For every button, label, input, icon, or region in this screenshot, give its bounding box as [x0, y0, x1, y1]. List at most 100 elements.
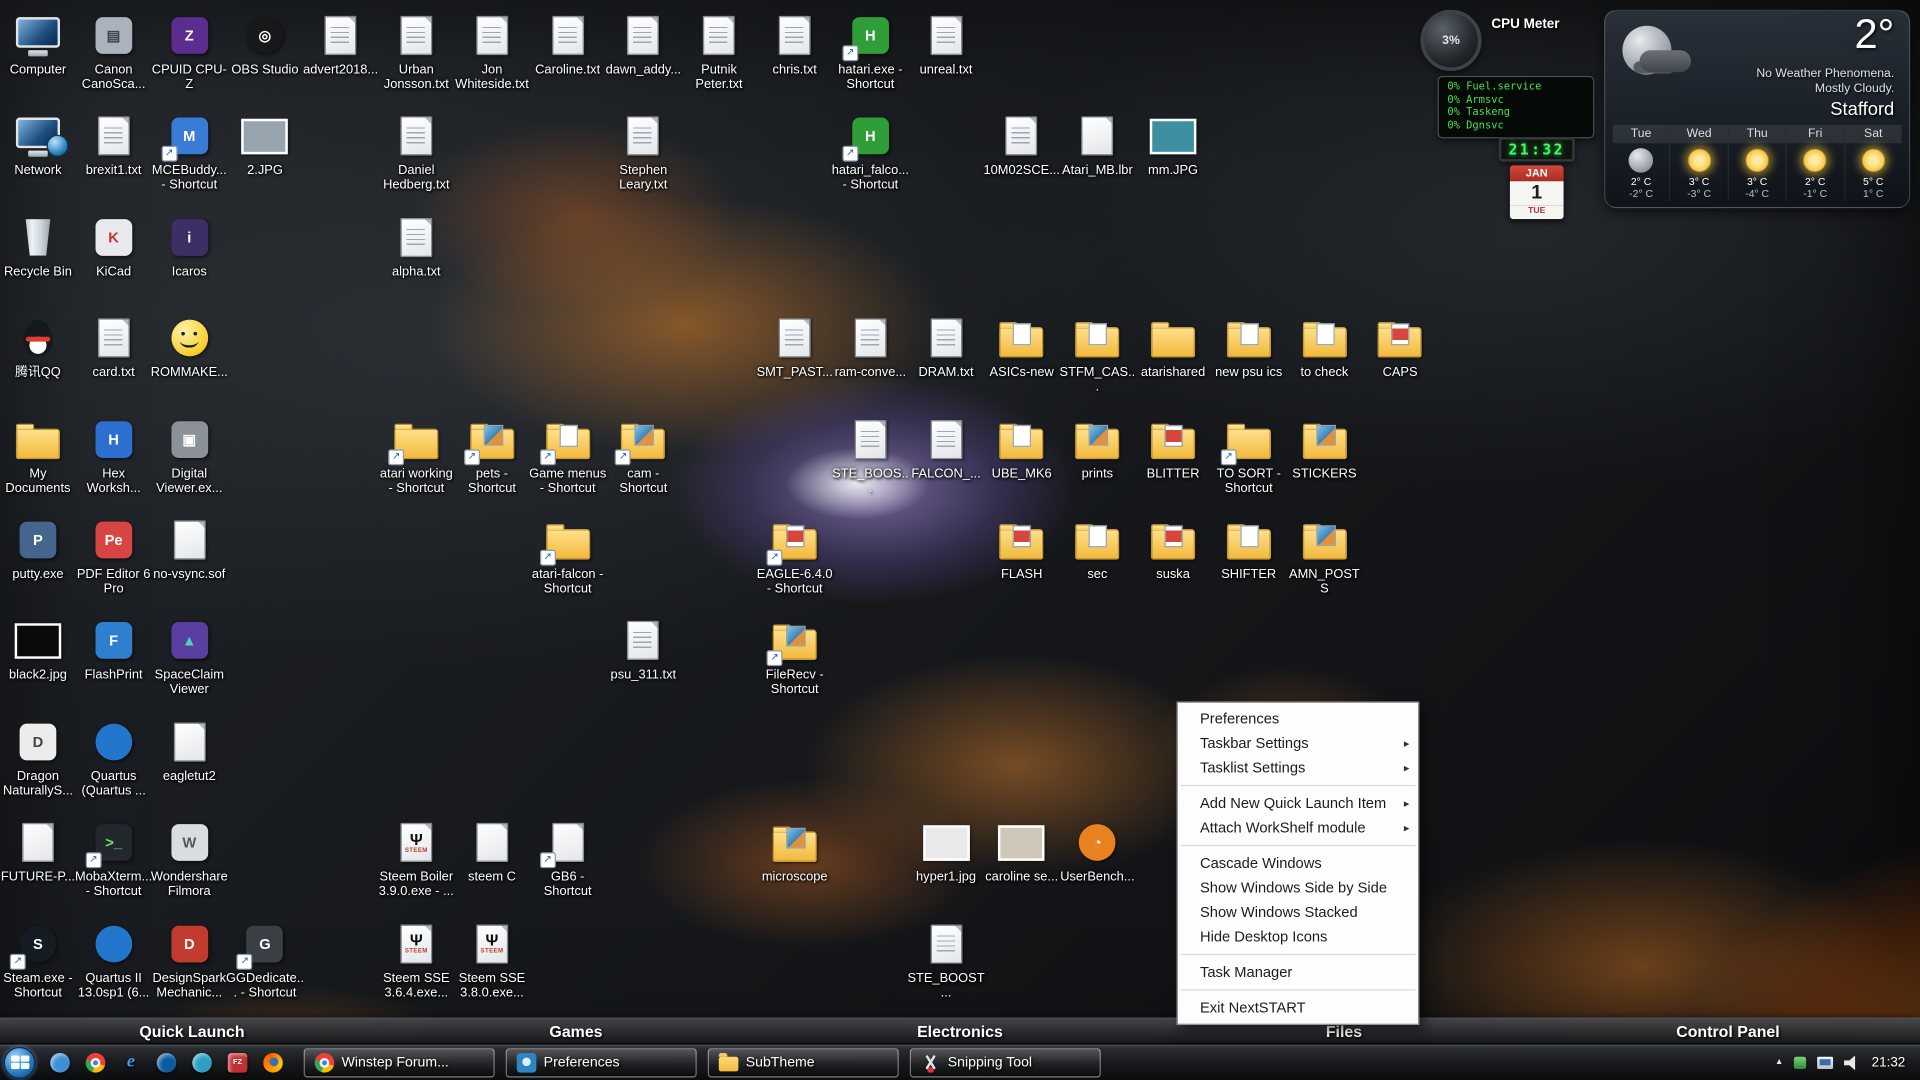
desktop-icon-steem-sse-3-6-4-exe[interactable]: ΨSTEEMSteem SSE 3.6.4.exe... [378, 920, 454, 1000]
desktop-icon-stephen-leary-txt[interactable]: Stephen Leary.txt [605, 113, 681, 193]
desktop-icon-cam-shortcut[interactable]: ↗cam - Shortcut [605, 416, 681, 496]
desktop-icon-chris-txt[interactable]: chris.txt [757, 12, 833, 77]
desktop-icon-pets-shortcut[interactable]: ↗pets - Shortcut [454, 416, 530, 496]
menu-item-task-manager[interactable]: Task Manager [1178, 960, 1418, 984]
desktop-icon-prints[interactable]: prints [1059, 416, 1135, 481]
shelf-section-electronics[interactable]: Electronics [768, 1019, 1152, 1045]
desktop-icon-spaceclaim-viewer[interactable]: ▲SpaceClaim Viewer [151, 618, 227, 698]
desktop-icon-suska[interactable]: suska [1135, 517, 1211, 582]
desktop-icon-mobaxterm-shortcut[interactable]: >_↗MobaXterm... - Shortcut [76, 819, 152, 899]
desktop-icon-no-vsync-sof[interactable]: no-vsync.sof [151, 517, 227, 582]
volume-icon[interactable] [1845, 1055, 1861, 1070]
desktop-icon-jon-whiteside-txt[interactable]: Jon Whiteside.txt [454, 12, 530, 92]
desktop-icon-to-sort-shortcut[interactable]: ↗TO SORT - Shortcut [1211, 416, 1287, 496]
weather-gadget[interactable]: 2° No Weather Phenomena. Mostly Cloudy. … [1604, 10, 1910, 208]
desktop-icon-filerecv-shortcut[interactable]: ↗FileRecv - Shortcut [757, 618, 833, 698]
globe-icon[interactable] [191, 1051, 213, 1073]
desktop-icon-to-check[interactable]: to check [1286, 315, 1362, 380]
desktop-icon-rommake[interactable]: ROMMAKE... [151, 315, 227, 380]
desktop-icon-atari-working-shortcut[interactable]: ↗atari working - Shortcut [378, 416, 454, 496]
tray-app-icon[interactable] [1794, 1056, 1806, 1068]
menu-item-cascade-windows[interactable]: Cascade Windows [1178, 851, 1418, 875]
desktop-icon-caps[interactable]: CAPS [1362, 315, 1438, 380]
desktop-icon-flashprint[interactable]: FFlashPrint [76, 618, 152, 683]
desktop-icon-pdf-editor-6-pro[interactable]: PePDF Editor 6 Pro [76, 517, 152, 597]
desktop-icon-mm-jpg[interactable]: mm.JPG [1135, 113, 1211, 178]
menu-item-taskbar-settings[interactable]: Taskbar Settings▸ [1178, 731, 1418, 755]
winstep-icon[interactable] [49, 1051, 71, 1073]
desktop-icon-future-p[interactable]: FUTURE-P... [0, 819, 76, 884]
network-icon[interactable] [1818, 1056, 1834, 1068]
desktop-icon-card-txt[interactable]: card.txt [76, 315, 152, 380]
desktop-icon-asics-new[interactable]: ASICs-new [984, 315, 1060, 380]
desktop-icon-ggdedicate-shortcut[interactable]: G↗GGDedicate... - Shortcut [227, 920, 303, 1000]
desktop-icon-digital-viewer-ex[interactable]: ▣Digital Viewer.ex... [151, 416, 227, 496]
desktop-icon-atari-mb-lbr[interactable]: Atari_MB.lbr [1059, 113, 1135, 178]
firefox-icon[interactable] [262, 1051, 284, 1073]
desktop-icon-psu-311-txt[interactable]: psu_311.txt [605, 618, 681, 683]
desktop-icon-stfm-cas[interactable]: STFM_CAS... [1059, 315, 1135, 395]
internet-explorer-icon[interactable]: e [120, 1051, 142, 1073]
desktop-icon-computer[interactable]: Computer [0, 12, 76, 77]
desktop-icon-kicad[interactable]: KKiCad [76, 214, 152, 279]
desktop-icon-canon-canosca[interactable]: ▤Canon CanoSca... [76, 12, 152, 92]
window-button-snipping-tool[interactable]: Snipping Tool [910, 1048, 1101, 1077]
desktop-icon-dawn-addy[interactable]: dawn_addy... [605, 12, 681, 77]
desktop-icon-quartus-ii-13-0sp1-6[interactable]: Quartus II 13.0sp1 (6... [76, 920, 152, 1000]
menu-item-show-windows-side-by-side[interactable]: Show Windows Side by Side [1178, 876, 1418, 900]
desktop-icon-mcebuddy-shortcut[interactable]: M↗MCEBuddy... - Shortcut [151, 113, 227, 193]
menu-item-preferences[interactable]: Preferences [1178, 707, 1418, 731]
desktop-icon-stickers[interactable]: STICKERS [1286, 416, 1362, 481]
desktop-icon-falcon[interactable]: FALCON_... [908, 416, 984, 481]
shelf-section-control-panel[interactable]: Control Panel [1536, 1019, 1920, 1045]
desktop-icon-hatari-exe-shortcut[interactable]: H↗hatari.exe - Shortcut [832, 12, 908, 92]
desktop-icon-2-jpg[interactable]: 2.JPG [227, 113, 303, 178]
desktop-icon-steam-exe-shortcut[interactable]: S↗Steam.exe - Shortcut [0, 920, 76, 1000]
desktop-icon-eagletut2[interactable]: eagletut2 [151, 719, 227, 784]
desktop-icon-game-menus-shortcut[interactable]: ↗Game menus - Shortcut [530, 416, 606, 496]
menu-item-hide-desktop-icons[interactable]: Hide Desktop Icons [1178, 924, 1418, 948]
chrome-icon[interactable] [84, 1051, 106, 1073]
desktop-icon-cpuid-cpu-z[interactable]: ZCPUID CPU-Z [151, 12, 227, 92]
desktop-icon-hex-worksh[interactable]: HHex Worksh... [76, 416, 152, 496]
desktop-icon-ste-boost[interactable]: STE_BOOST... [908, 920, 984, 1000]
start-button[interactable] [0, 1044, 39, 1080]
desktop-icon-new-psu-ics[interactable]: new psu ics [1211, 315, 1287, 380]
desktop-icon-putnik-peter-txt[interactable]: Putnik Peter.txt [681, 12, 757, 92]
window-button-subtheme[interactable]: SubTheme [708, 1048, 899, 1077]
desktop-icon-hyper1-jpg[interactable]: hyper1.jpg [908, 819, 984, 884]
desktop-icon-ram-conve[interactable]: ram-conve... [832, 315, 908, 380]
desktop-icon-my-documents[interactable]: My Documents [0, 416, 76, 496]
desktop-icon-obs-studio[interactable]: ◎OBS Studio [227, 12, 303, 77]
desktop-icon-atarishared[interactable]: atarishared [1135, 315, 1211, 380]
menu-item-show-windows-stacked[interactable]: Show Windows Stacked [1178, 900, 1418, 924]
desktop-icon-recycle-bin[interactable]: Recycle Bin [0, 214, 76, 279]
desktop-icon-brexit1-txt[interactable]: brexit1.txt [76, 113, 152, 178]
clock-gadget[interactable]: 21:32 JAN 1 TUE [1496, 137, 1577, 219]
desktop-icon-designspark-mechanic[interactable]: DDesignSpark Mechanic... [151, 920, 227, 1000]
desktop-icon-quartus-quartus[interactable]: Quartus (Quartus ... [76, 719, 152, 799]
desktop-icon-steem-sse-3-8-0-exe[interactable]: ΨSTEEMSteem SSE 3.8.0.exe... [454, 920, 530, 1000]
window-button-winstep-forum[interactable]: Winstep Forum... [304, 1048, 495, 1077]
filezilla-icon[interactable]: FZ [227, 1051, 249, 1073]
desktop-icon-advert2018[interactable]: advert2018... [303, 12, 379, 77]
desktop-icon-10m02sce[interactable]: 10M02SCE... [984, 113, 1060, 178]
desktop-icon-smt-past[interactable]: SMT_PAST... [757, 315, 833, 380]
desktop-icon-urban-jonsson-txt[interactable]: Urban Jonsson.txt [378, 12, 454, 92]
skype-icon[interactable] [156, 1051, 178, 1073]
menu-item-exit-nextstart[interactable]: Exit NextSTART [1178, 996, 1418, 1020]
chevron-up-icon[interactable]: ▲ [1775, 1058, 1783, 1067]
desktop-icon-putty-exe[interactable]: Pputty.exe [0, 517, 76, 582]
desktop-icon-blitter[interactable]: BLITTER [1135, 416, 1211, 481]
desktop-icon-flash[interactable]: FLASH [984, 517, 1060, 582]
cpu-meter-gadget[interactable]: 3% CPU Meter 0% Fuel.service0% Armsvc0% … [1420, 10, 1594, 138]
desktop-icon-steem-c[interactable]: steem C [454, 819, 530, 884]
desktop-icon-network[interactable]: Network [0, 113, 76, 178]
desktop-icon-unreal-txt[interactable]: unreal.txt [908, 12, 984, 77]
desktop-icon-ube-mk6[interactable]: UBE_MK6 [984, 416, 1060, 481]
desktop-icon-dram-txt[interactable]: DRAM.txt [908, 315, 984, 380]
desktop-icon-shifter[interactable]: SHIFTER [1211, 517, 1287, 582]
desktop-icon-daniel-hedberg-txt[interactable]: Daniel Hedberg.txt [378, 113, 454, 193]
desktop-icon-hatari-falco-shortcut[interactable]: H↗hatari_falco... - Shortcut [832, 113, 908, 193]
desktop-icon-wondershare-filmora[interactable]: WWondershare Filmora [151, 819, 227, 899]
